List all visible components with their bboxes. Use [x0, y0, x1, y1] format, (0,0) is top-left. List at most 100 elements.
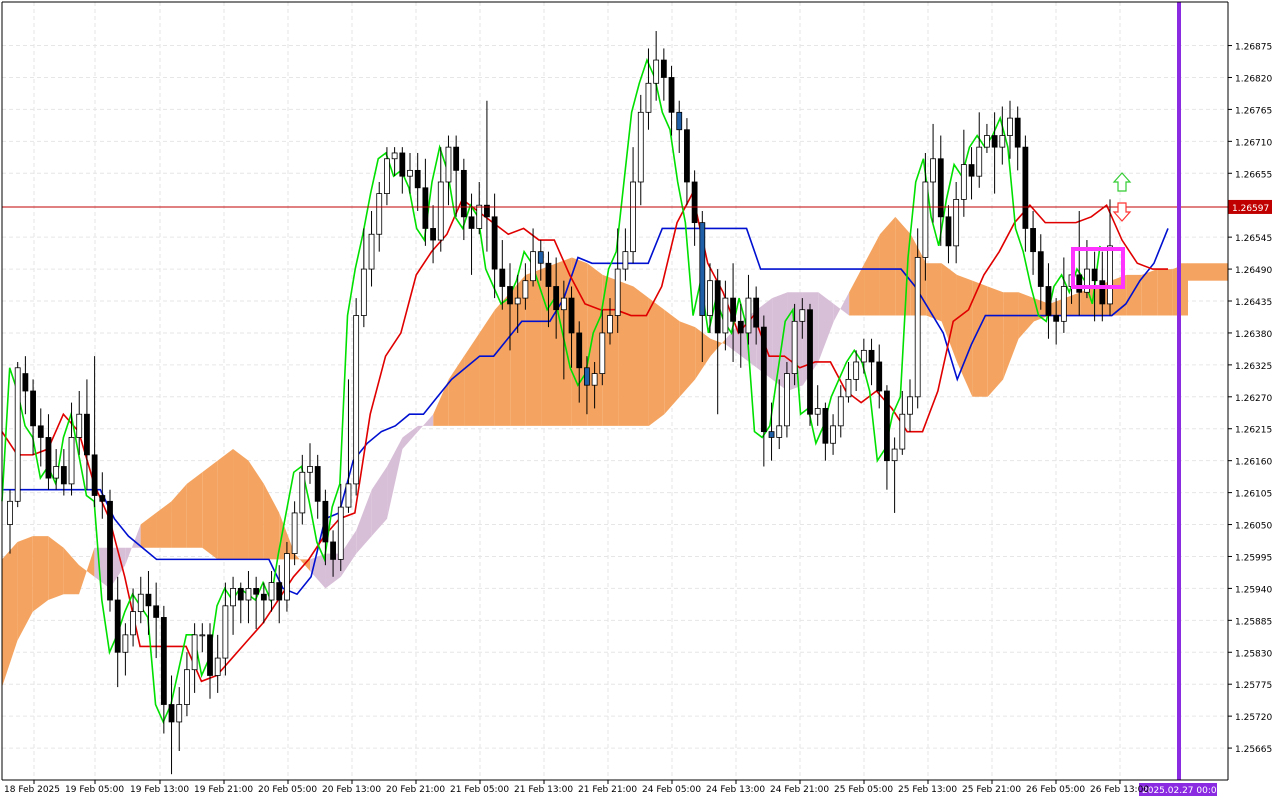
candle-bear — [322, 500, 329, 543]
candle-bear — [884, 390, 890, 462]
candle-bull — [199, 634, 206, 637]
candle-bull — [784, 373, 790, 427]
y-tick-label: 1.26270 — [1235, 394, 1272, 404]
candle-bull — [560, 297, 567, 311]
candle-bull — [268, 582, 275, 601]
candle-bear — [576, 332, 583, 369]
y-tick-label: 1.26710 — [1235, 138, 1272, 148]
y-tick-label: 1.26050 — [1235, 522, 1272, 532]
candle-bull — [922, 181, 929, 258]
candle-bull — [307, 466, 313, 473]
candle-bull — [845, 378, 852, 398]
candle-bull — [53, 466, 60, 479]
candle-bear — [314, 466, 321, 502]
y-tick-label: 1.25665 — [1235, 745, 1272, 755]
candle-bull — [214, 657, 221, 676]
candle-bull — [530, 251, 536, 282]
candle-bull — [407, 169, 413, 177]
candle-bear — [114, 599, 121, 653]
candle-bear — [207, 634, 213, 676]
candle-bear — [684, 129, 690, 183]
candle-bull — [622, 251, 629, 270]
candle-bull — [284, 553, 290, 601]
candle-bear — [537, 251, 544, 264]
kumo-bull-segment — [633, 286, 649, 426]
price-chart[interactable]: 1.26597 2025.02.27 00:00 1.26875 1.26820 1.… — [0, 0, 1280, 800]
candle-bull — [930, 158, 936, 183]
candle-bear — [22, 373, 29, 392]
candle-bear — [84, 413, 90, 456]
candle-bear — [660, 59, 667, 78]
candle-bull — [345, 483, 352, 508]
candle-bear — [422, 187, 429, 229]
candle-bull — [860, 349, 867, 363]
candle-bear — [737, 320, 744, 334]
candle-bull — [68, 437, 75, 485]
candle-bear — [868, 349, 875, 363]
candle-bear — [714, 280, 721, 334]
y-tick-label: 1.26380 — [1235, 330, 1272, 340]
y-tick-label: 1.26545 — [1235, 234, 1272, 244]
candle-bull — [607, 315, 613, 334]
candle-bull — [514, 297, 521, 305]
candle-bear — [753, 297, 760, 328]
y-tick-label: 1.26105 — [1235, 490, 1272, 500]
candle-bull — [76, 413, 83, 438]
y-tick-label: 1.26820 — [1235, 74, 1272, 84]
candle-bear — [160, 617, 167, 705]
candle-bear — [822, 408, 829, 444]
candle-bear — [676, 111, 683, 131]
candle-bull — [707, 280, 713, 316]
candle-bear — [253, 588, 260, 595]
candle-bull — [899, 413, 906, 450]
kumo-bull-segment — [494, 292, 511, 426]
x-tick-label: 24 Feb 13:00 — [706, 785, 765, 795]
candle-bull — [184, 669, 190, 705]
candle-bull — [137, 593, 144, 613]
candle-bull — [445, 146, 452, 183]
candle-bear — [760, 326, 767, 433]
x-tick-label: 21 Feb 13:00 — [514, 785, 573, 795]
candle-bull — [191, 634, 198, 671]
candle-bear — [807, 309, 813, 415]
kumo-bull-segment — [664, 309, 680, 415]
candle-bear — [260, 593, 267, 601]
candle-bear — [584, 367, 590, 386]
candle-bear — [399, 152, 406, 177]
candle-bear — [491, 216, 498, 270]
candle-bull — [353, 315, 360, 485]
candle-bear — [37, 425, 44, 438]
candle-bull — [360, 268, 367, 316]
candle-bear — [991, 135, 998, 148]
y-tick-label: 1.26875 — [1235, 43, 1272, 53]
candle-bear — [1053, 315, 1060, 322]
candle-bull — [960, 164, 967, 200]
kumo-bull-segment — [1157, 269, 1173, 316]
y-tick-label: 1.25830 — [1235, 649, 1272, 659]
candle-bull — [384, 158, 390, 194]
y-tick-label: 1.26765 — [1235, 106, 1272, 116]
y-tick-label: 1.26215 — [1235, 426, 1272, 436]
x-tick-label: 18 Feb 2025 — [4, 785, 60, 795]
candle-bull — [337, 506, 344, 560]
candle-bull — [907, 396, 913, 415]
candle-bull — [976, 146, 983, 177]
candle-bear — [1014, 117, 1021, 148]
x-tick-label: 19 Feb 13:00 — [130, 785, 189, 795]
candle-bull — [891, 448, 898, 462]
candle-bear — [453, 146, 460, 171]
candle-bear — [237, 588, 244, 601]
candle-bear — [414, 169, 421, 189]
chart-svg[interactable]: 1.26597 2025.02.27 00:00 1.26875 1.26820 1.… — [0, 0, 1280, 800]
candle-bull — [599, 332, 606, 374]
candle-bear — [1030, 228, 1036, 253]
candle-bear — [876, 361, 883, 392]
candle-bull — [299, 471, 306, 514]
candle-bear — [107, 500, 113, 601]
y-tick-label: 1.26435 — [1235, 298, 1272, 308]
candle-bull — [176, 704, 183, 723]
y-tick-label: 1.26655 — [1235, 170, 1272, 180]
x-tick-label: 26 Feb 05:00 — [1026, 785, 1085, 795]
kumo-future-segment — [1180, 263, 1228, 281]
candle-bear — [330, 541, 336, 560]
